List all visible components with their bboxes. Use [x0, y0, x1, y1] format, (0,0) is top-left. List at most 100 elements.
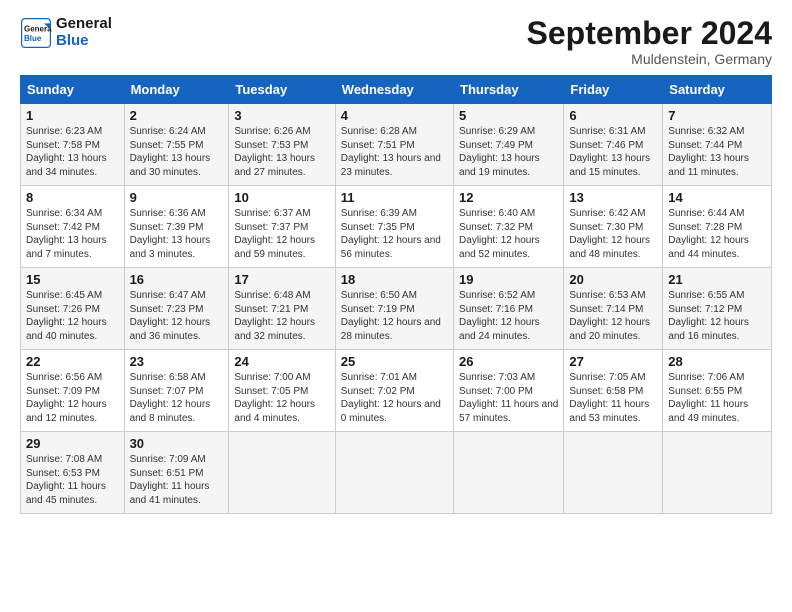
calendar-cell: 27Sunrise: 7:05 AMSunset: 6:58 PMDayligh…: [564, 350, 663, 432]
cell-info: Sunrise: 6:45 AMSunset: 7:26 PMDaylight:…: [26, 289, 119, 343]
calendar-cell: 7 Sunrise: 6:32 AMSunset: 7:44 PMDaylight…: [663, 104, 772, 186]
calendar-cell: 30 Sunrise: 7:09 AMSunset: 6:51 PMDayligh…: [124, 432, 229, 514]
day-number: 18: [341, 272, 448, 287]
cell-info: Sunrise: 6:31 AMSunset: 7:46 PMDaylight:…: [569, 125, 657, 179]
cell-info: Sunrise: 7:00 AMSunset: 7:05 PMDaylight:…: [234, 371, 329, 425]
day-number: 25: [341, 354, 448, 369]
page: General Blue General Blue September 2024…: [0, 0, 792, 612]
calendar-cell: 17Sunrise: 6:48 AMSunset: 7:21 PMDayligh…: [229, 268, 335, 350]
logo-line1: General: [56, 16, 112, 33]
calendar-cell: 18 Sunrise: 6:50 AMSunset: 7:19 PMDayligh…: [335, 268, 453, 350]
day-number: 6: [569, 108, 657, 123]
calendar-header-row: SundayMondayTuesdayWednesdayThursdayFrid…: [21, 76, 772, 104]
cell-info: Sunrise: 6:53 AMSunset: 7:14 PMDaylight:…: [569, 289, 657, 343]
calendar-cell: 11 Sunrise: 6:39 AMSunset: 7:35 PMDayligh…: [335, 186, 453, 268]
cell-info: Sunrise: 6:34 AMSunset: 7:42 PMDaylight:…: [26, 207, 119, 261]
day-number: 1: [26, 108, 119, 123]
calendar-cell: 8 Sunrise: 6:34 AMSunset: 7:42 PMDaylight…: [21, 186, 125, 268]
day-number: 14: [668, 190, 766, 205]
calendar-cell: 4 Sunrise: 6:28 AMSunset: 7:51 PMDaylight…: [335, 104, 453, 186]
month-title: September 2024: [527, 16, 772, 51]
cell-info: Sunrise: 6:32 AMSunset: 7:44 PMDaylight:…: [668, 125, 766, 179]
cell-info: Sunrise: 6:36 AMSunset: 7:39 PMDaylight:…: [130, 207, 224, 261]
calendar-cell: 9Sunrise: 6:36 AMSunset: 7:39 PMDaylight…: [124, 186, 229, 268]
calendar-cell: 24 Sunrise: 7:00 AMSunset: 7:05 PMDayligh…: [229, 350, 335, 432]
calendar-cell: 5 Sunrise: 6:29 AMSunset: 7:49 PMDaylight…: [454, 104, 564, 186]
day-number: 7: [668, 108, 766, 123]
calendar-cell: [564, 432, 663, 514]
day-number: 5: [459, 108, 558, 123]
header-cell-tuesday: Tuesday: [229, 76, 335, 104]
calendar-cell: [229, 432, 335, 514]
cell-info: Sunrise: 6:23 AMSunset: 7:58 PMDaylight:…: [26, 125, 119, 179]
title-block: September 2024 Muldenstein, Germany: [527, 16, 772, 67]
calendar-cell: 20 Sunrise: 6:53 AMSunset: 7:14 PMDayligh…: [564, 268, 663, 350]
day-number: 4: [341, 108, 448, 123]
calendar-cell: 14 Sunrise: 6:44 AMSunset: 7:28 PMDayligh…: [663, 186, 772, 268]
calendar-cell: 15Sunrise: 6:45 AMSunset: 7:26 PMDayligh…: [21, 268, 125, 350]
calendar-cell: 25Sunrise: 7:01 AMSunset: 7:02 PMDayligh…: [335, 350, 453, 432]
calendar-table: SundayMondayTuesdayWednesdayThursdayFrid…: [20, 75, 772, 514]
calendar-week-row: 15Sunrise: 6:45 AMSunset: 7:26 PMDayligh…: [21, 268, 772, 350]
calendar-cell: 10Sunrise: 6:37 AMSunset: 7:37 PMDayligh…: [229, 186, 335, 268]
day-number: 20: [569, 272, 657, 287]
calendar-cell: [663, 432, 772, 514]
day-number: 12: [459, 190, 558, 205]
cell-info: Sunrise: 6:42 AMSunset: 7:30 PMDaylight:…: [569, 207, 657, 261]
day-number: 22: [26, 354, 119, 369]
header-cell-thursday: Thursday: [454, 76, 564, 104]
header-cell-monday: Monday: [124, 76, 229, 104]
header-cell-friday: Friday: [564, 76, 663, 104]
cell-info: Sunrise: 6:50 AMSunset: 7:19 PMDaylight:…: [341, 289, 448, 343]
day-number: 29: [26, 436, 119, 451]
calendar-cell: 23Sunrise: 6:58 AMSunset: 7:07 PMDayligh…: [124, 350, 229, 432]
cell-info: Sunrise: 7:09 AMSunset: 6:51 PMDaylight:…: [130, 453, 224, 507]
day-number: 24: [234, 354, 329, 369]
cell-info: Sunrise: 6:28 AMSunset: 7:51 PMDaylight:…: [341, 125, 448, 179]
header-cell-sunday: Sunday: [21, 76, 125, 104]
calendar-cell: 19Sunrise: 6:52 AMSunset: 7:16 PMDayligh…: [454, 268, 564, 350]
cell-info: Sunrise: 6:24 AMSunset: 7:55 PMDaylight:…: [130, 125, 224, 179]
day-number: 26: [459, 354, 558, 369]
cell-info: Sunrise: 6:56 AMSunset: 7:09 PMDaylight:…: [26, 371, 119, 425]
logo: General Blue General Blue: [20, 16, 112, 49]
day-number: 8: [26, 190, 119, 205]
cell-info: Sunrise: 6:37 AMSunset: 7:37 PMDaylight:…: [234, 207, 329, 261]
cell-info: Sunrise: 6:29 AMSunset: 7:49 PMDaylight:…: [459, 125, 558, 179]
cell-info: Sunrise: 6:40 AMSunset: 7:32 PMDaylight:…: [459, 207, 558, 261]
calendar-week-row: 29 Sunrise: 7:08 AMSunset: 6:53 PMDayligh…: [21, 432, 772, 514]
day-number: 16: [130, 272, 224, 287]
cell-info: Sunrise: 6:44 AMSunset: 7:28 PMDaylight:…: [668, 207, 766, 261]
cell-info: Sunrise: 6:48 AMSunset: 7:21 PMDaylight:…: [234, 289, 329, 343]
calendar-cell: 16 Sunrise: 6:47 AMSunset: 7:23 PMDayligh…: [124, 268, 229, 350]
calendar-cell: 29 Sunrise: 7:08 AMSunset: 6:53 PMDayligh…: [21, 432, 125, 514]
header: General Blue General Blue September 2024…: [20, 16, 772, 67]
cell-info: Sunrise: 7:06 AMSunset: 6:55 PMDaylight:…: [668, 371, 766, 425]
svg-text:Blue: Blue: [24, 34, 42, 43]
calendar-cell: 28Sunrise: 7:06 AMSunset: 6:55 PMDayligh…: [663, 350, 772, 432]
calendar-cell: 26 Sunrise: 7:03 AMSunset: 7:00 PMDayligh…: [454, 350, 564, 432]
calendar-week-row: 22 Sunrise: 6:56 AMSunset: 7:09 PMDayligh…: [21, 350, 772, 432]
day-number: 13: [569, 190, 657, 205]
logo-line2: Blue: [56, 33, 112, 50]
cell-info: Sunrise: 7:03 AMSunset: 7:00 PMDaylight:…: [459, 371, 558, 425]
calendar-cell: 12 Sunrise: 6:40 AMSunset: 7:32 PMDayligh…: [454, 186, 564, 268]
cell-info: Sunrise: 6:39 AMSunset: 7:35 PMDaylight:…: [341, 207, 448, 261]
day-number: 21: [668, 272, 766, 287]
day-number: 11: [341, 190, 448, 205]
calendar-cell: 6 Sunrise: 6:31 AMSunset: 7:46 PMDaylight…: [564, 104, 663, 186]
day-number: 2: [130, 108, 224, 123]
header-cell-saturday: Saturday: [663, 76, 772, 104]
cell-info: Sunrise: 7:08 AMSunset: 6:53 PMDaylight:…: [26, 453, 119, 507]
day-number: 27: [569, 354, 657, 369]
day-number: 30: [130, 436, 224, 451]
calendar-week-row: 1 Sunrise: 6:23 AMSunset: 7:58 PMDaylight…: [21, 104, 772, 186]
calendar-cell: 21Sunrise: 6:55 AMSunset: 7:12 PMDayligh…: [663, 268, 772, 350]
cell-info: Sunrise: 6:47 AMSunset: 7:23 PMDaylight:…: [130, 289, 224, 343]
header-cell-wednesday: Wednesday: [335, 76, 453, 104]
calendar-cell: 22 Sunrise: 6:56 AMSunset: 7:09 PMDayligh…: [21, 350, 125, 432]
cell-info: Sunrise: 6:26 AMSunset: 7:53 PMDaylight:…: [234, 125, 329, 179]
cell-info: Sunrise: 6:58 AMSunset: 7:07 PMDaylight:…: [130, 371, 224, 425]
calendar-week-row: 8 Sunrise: 6:34 AMSunset: 7:42 PMDaylight…: [21, 186, 772, 268]
cell-info: Sunrise: 6:52 AMSunset: 7:16 PMDaylight:…: [459, 289, 558, 343]
